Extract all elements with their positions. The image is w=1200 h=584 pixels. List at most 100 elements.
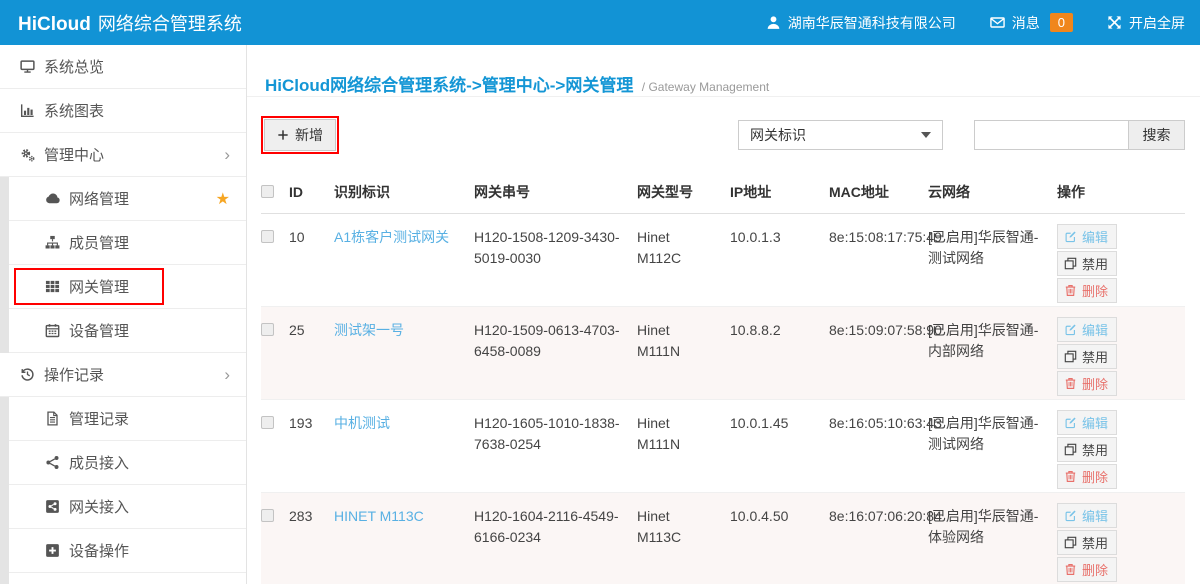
edit-icon — [1064, 230, 1077, 243]
top-header-bar: HiCloud 网络综合管理系统 湖南华辰智通科技有限公司 消息 0 开启全屏 — [0, 0, 1200, 45]
delete-button[interactable]: 删除 — [1057, 464, 1117, 489]
sidebar-item-system-overview[interactable]: 系统总览 — [0, 45, 246, 89]
cloud-icon — [45, 191, 60, 206]
annotation-highlight-box: 新增 — [261, 116, 339, 154]
table-header-row: ID 识别标识 网关串号 网关型号 IP地址 MAC地址 云网络 操作 — [261, 174, 1185, 214]
cell-network: [已启用]华辰智通-内部网络 — [928, 320, 1057, 362]
cell-serial: H120-1604-2116-4549-6166-0234 — [474, 506, 637, 548]
sidebar-item-network-management[interactable]: 网络管理 ★ — [9, 177, 246, 221]
search-button[interactable]: 搜索 — [1128, 120, 1185, 150]
fullscreen-toggle[interactable]: 开启全屏 — [1107, 13, 1185, 33]
delete-button[interactable]: 删除 — [1057, 278, 1117, 303]
row-checkbox[interactable] — [261, 416, 274, 429]
delete-button[interactable]: 删除 — [1057, 557, 1117, 582]
clone-icon — [1064, 443, 1077, 456]
clone-icon — [1064, 350, 1077, 363]
edit-button[interactable]: 编辑 — [1057, 224, 1117, 249]
gateway-name-link[interactable]: HINET M113C — [334, 508, 424, 524]
edit-button[interactable]: 编辑 — [1057, 317, 1117, 342]
caret-down-icon — [921, 132, 931, 138]
breadcrumb-subtitle: / Gateway Management — [642, 80, 769, 94]
fullscreen-icon — [1107, 15, 1122, 30]
cell-ip: 10.0.1.3 — [730, 227, 829, 248]
cell-model: Hinet M111N — [637, 413, 730, 455]
user-icon — [766, 15, 781, 30]
management-center-submenu: 网络管理 ★ 成员管理 网关管理 设备管理 — [0, 177, 246, 353]
row-checkbox[interactable] — [261, 230, 274, 243]
sidebar-item-device-management[interactable]: 设备管理 — [9, 309, 246, 353]
cell-id: 25 — [289, 320, 334, 341]
cell-id: 193 — [289, 413, 334, 434]
disable-button[interactable]: 禁用 — [1057, 344, 1117, 369]
grid-icon — [45, 279, 60, 294]
search-group: 搜索 — [974, 120, 1185, 150]
trash-icon — [1064, 563, 1077, 576]
disable-button[interactable]: 禁用 — [1057, 530, 1117, 555]
cell-id: 10 — [289, 227, 334, 248]
document-icon — [45, 411, 60, 426]
row-checkbox[interactable] — [261, 509, 274, 522]
col-operations: 操作 — [1057, 182, 1185, 203]
edit-button[interactable]: 编辑 — [1057, 410, 1117, 435]
select-all-checkbox[interactable] — [261, 185, 274, 198]
search-input[interactable] — [974, 120, 1128, 150]
col-serial: 网关串号 — [474, 182, 637, 203]
delete-button[interactable]: 删除 — [1057, 371, 1117, 396]
sidebar-item-gateway-management[interactable]: 网关管理 — [9, 265, 246, 309]
sidebar-item-member-access[interactable]: 成员接入 — [9, 441, 246, 485]
edit-button[interactable]: 编辑 — [1057, 503, 1117, 528]
filter-field-select[interactable]: 网关标识 — [738, 120, 943, 150]
trash-icon — [1064, 470, 1077, 483]
col-network: 云网络 — [928, 182, 1057, 203]
table-row: 25 测试架一号 H120-1509-0613-4703-6458-0089 H… — [261, 307, 1185, 400]
sidebar-item-management-center[interactable]: 管理中心 › — [0, 133, 246, 177]
edit-icon — [1064, 323, 1077, 336]
trash-icon — [1064, 284, 1077, 297]
breadcrumb-path: HiCloud网络综合管理系统->管理中心->网关管理 — [265, 76, 633, 95]
company-name: 湖南华辰智通科技有限公司 — [788, 13, 956, 33]
row-checkbox[interactable] — [261, 323, 274, 336]
cell-mac: 8e:16:07:06:20:84 — [829, 506, 928, 527]
bar-chart-icon — [20, 103, 35, 118]
add-button[interactable]: 新增 — [264, 119, 336, 151]
messages-menu[interactable]: 消息 0 — [990, 13, 1073, 33]
col-mac: MAC地址 — [829, 182, 928, 203]
clone-icon — [1064, 257, 1077, 270]
gateway-name-link[interactable]: A1栋客户测试网关 — [334, 229, 449, 245]
cell-network: [已启用]华辰智通-测试网络 — [928, 413, 1057, 455]
filter-selected-value: 网关标识 — [750, 125, 806, 145]
plus-square-icon — [45, 543, 60, 558]
cell-ip: 10.0.4.50 — [730, 506, 829, 527]
disable-button[interactable]: 禁用 — [1057, 251, 1117, 276]
gateway-name-link[interactable]: 中机测试 — [334, 415, 390, 431]
table-row: 193 中机测试 H120-1605-1010-1838-7638-0254 H… — [261, 400, 1185, 493]
gateway-table: ID 识别标识 网关串号 网关型号 IP地址 MAC地址 云网络 操作 10 A… — [261, 174, 1185, 584]
cell-serial: H120-1605-1010-1838-7638-0254 — [474, 413, 637, 455]
brand-subtitle: 网络综合管理系统 — [98, 10, 242, 36]
messages-count-badge: 0 — [1050, 13, 1073, 32]
gateway-name-link[interactable]: 测试架一号 — [334, 322, 404, 338]
cell-network: [已启用]华辰智通-体验网络 — [928, 506, 1057, 548]
star-icon: ★ — [216, 189, 230, 209]
trash-icon — [1064, 377, 1077, 390]
breadcrumb: HiCloud网络综合管理系统->管理中心->网关管理 / Gateway Ma… — [247, 45, 1200, 97]
history-icon — [20, 367, 35, 382]
disable-button[interactable]: 禁用 — [1057, 437, 1117, 462]
sidebar-item-system-charts[interactable]: 系统图表 — [0, 89, 246, 133]
cell-network: [已启用]华辰智通-测试网络 — [928, 227, 1057, 269]
edit-icon — [1064, 509, 1077, 522]
calendar-icon — [45, 323, 60, 338]
gears-icon — [20, 147, 35, 162]
chevron-right-icon: › — [224, 146, 230, 163]
sidebar-item-management-records[interactable]: 管理记录 — [9, 397, 246, 441]
row-actions: 编辑 禁用 删除 — [1057, 503, 1185, 582]
company-menu[interactable]: 湖南华辰智通科技有限公司 — [766, 13, 956, 33]
chevron-right-icon: › — [224, 366, 230, 383]
sidebar-item-operation-records[interactable]: 操作记录 › — [0, 353, 246, 397]
sidebar-item-member-management[interactable]: 成员管理 — [9, 221, 246, 265]
sidebar-item-device-operation[interactable]: 设备操作 — [9, 529, 246, 573]
sidebar-item-gateway-access[interactable]: 网关接入 — [9, 485, 246, 529]
cell-id: 283 — [289, 506, 334, 527]
envelope-icon — [990, 15, 1005, 30]
table-row: 283 HINET M113C H120-1604-2116-4549-6166… — [261, 493, 1185, 584]
